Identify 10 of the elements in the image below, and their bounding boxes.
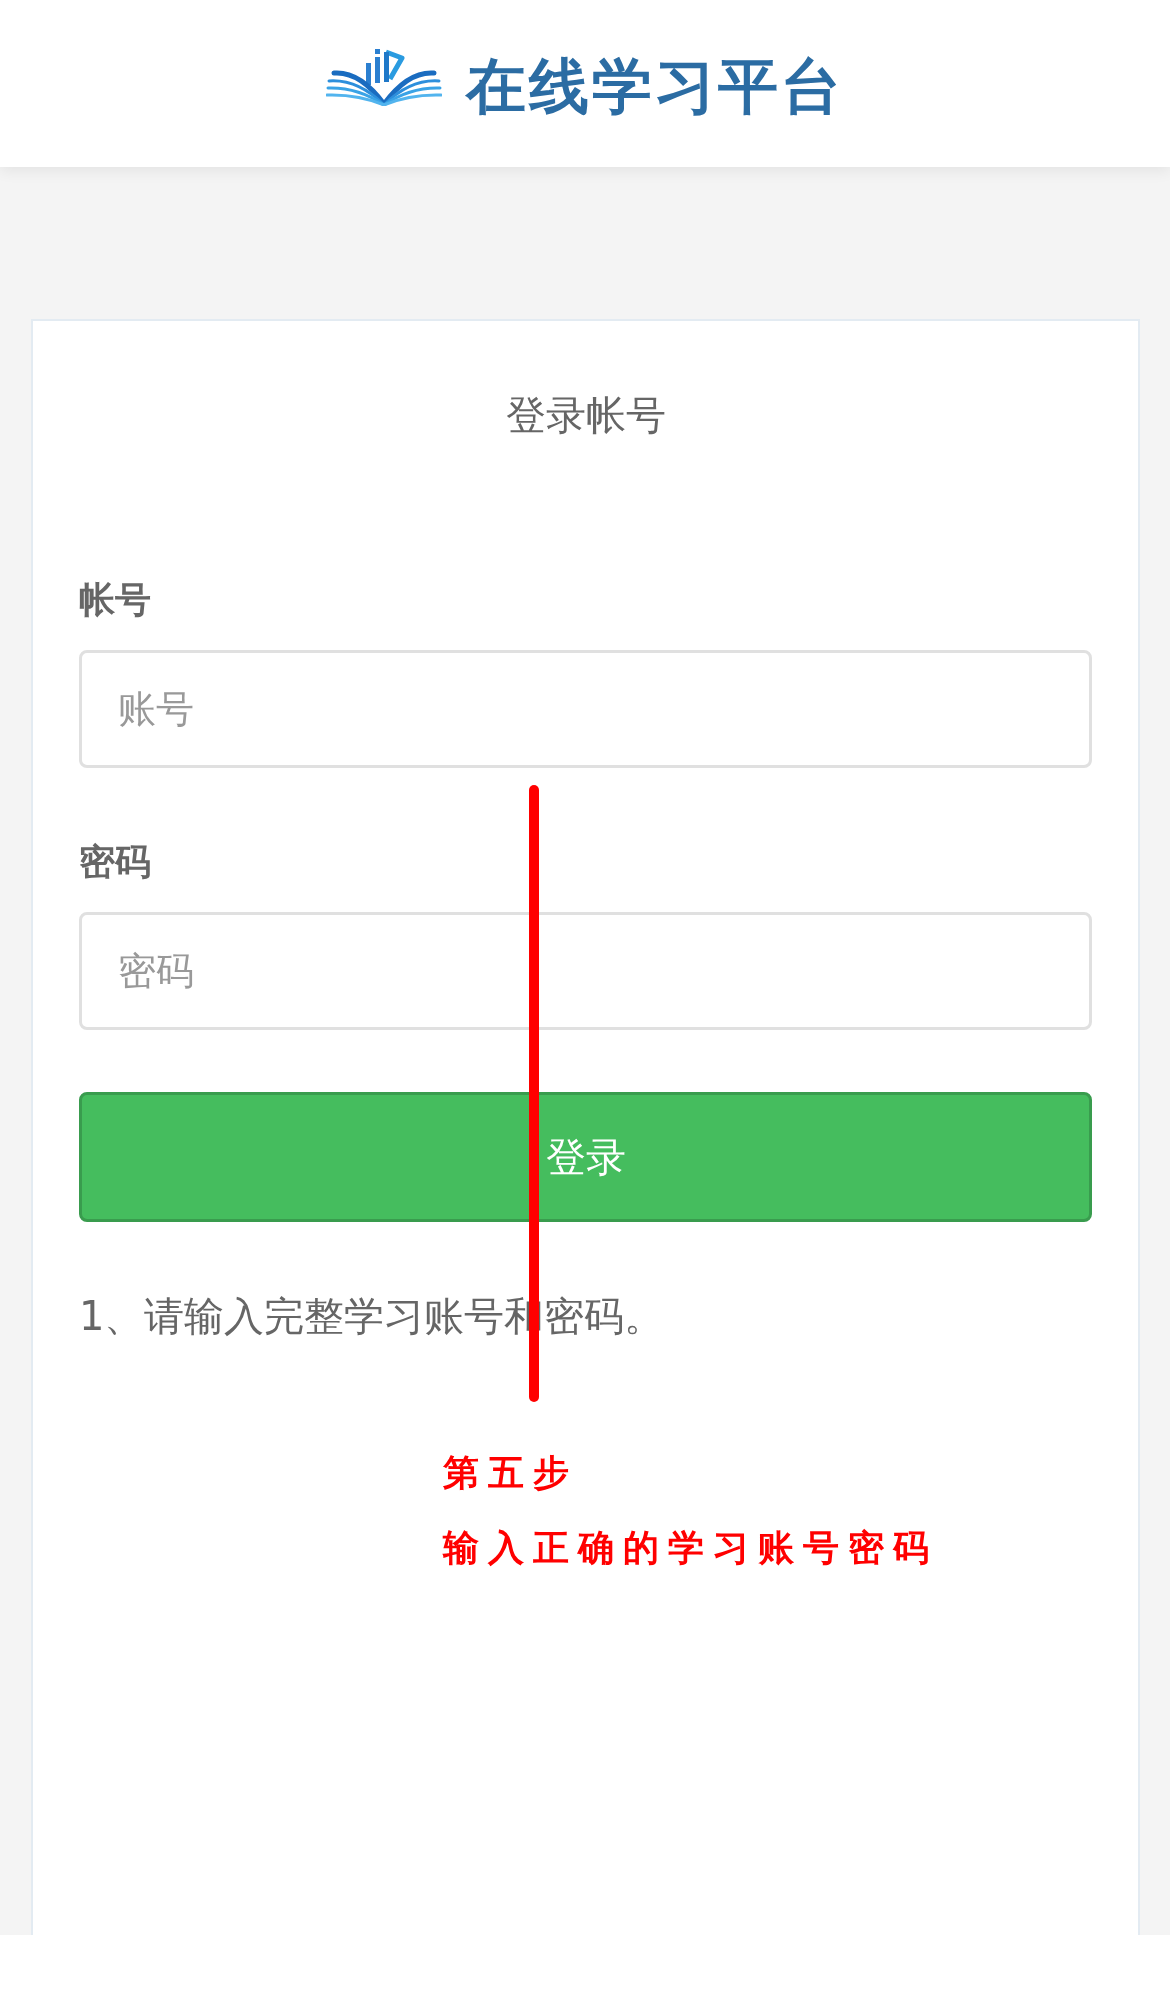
site-title: 在线学习平台 bbox=[466, 52, 844, 119]
input-field[interactable]: 密码 bbox=[79, 912, 1092, 1030]
input-field[interactable]: 账号 bbox=[79, 650, 1092, 768]
annotation-text: 输入正确的学习账号密码 bbox=[443, 1526, 938, 1570]
login-button[interactable]: 登录 bbox=[79, 1092, 1092, 1222]
open-book-icon bbox=[326, 49, 442, 106]
field-label: 帐号 bbox=[79, 578, 151, 622]
field-label: 密码 bbox=[79, 840, 151, 884]
form-title: 登录帐号 bbox=[504, 391, 667, 439]
annotation-step: 第五步 bbox=[443, 1451, 578, 1495]
